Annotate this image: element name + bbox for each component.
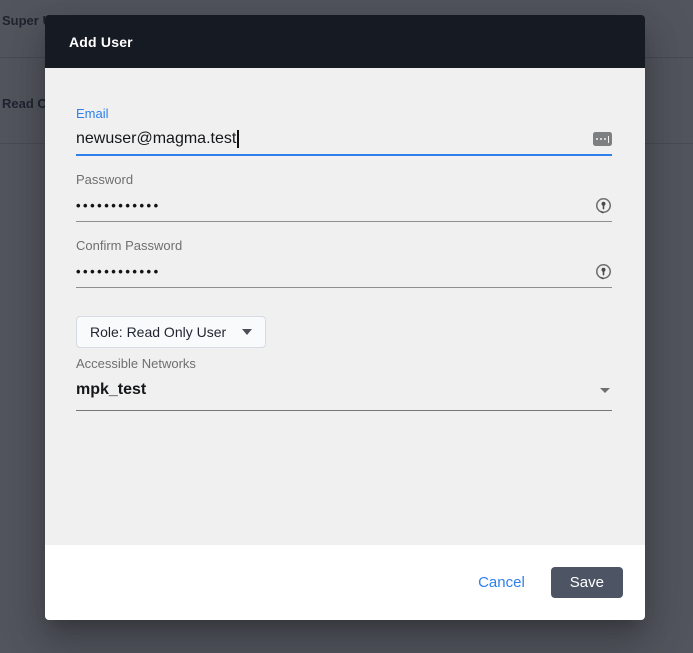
role-dropdown-label: Role: Read Only User xyxy=(90,324,227,340)
email-value: newuser@magma.test xyxy=(76,130,237,147)
password-manager-key-icon[interactable] xyxy=(595,263,612,280)
password-manager-key-icon[interactable] xyxy=(595,197,612,214)
email-label: Email xyxy=(76,106,109,121)
add-user-dialog: Add User Email newuser@magma.test Passwo… xyxy=(45,15,645,620)
confirm-password-input[interactable]: •••••••••••• xyxy=(76,259,612,288)
confirm-password-field-group: Confirm Password •••••••••••• xyxy=(76,238,612,288)
save-button[interactable]: Save xyxy=(550,567,623,598)
dialog-footer: Cancel Save xyxy=(45,545,645,620)
autofill-icon[interactable] xyxy=(593,132,612,146)
networks-label: Accessible Networks xyxy=(76,356,196,371)
dialog-header: Add User xyxy=(45,15,645,68)
dialog-body: Email newuser@magma.test Password ••••••… xyxy=(45,68,645,545)
chevron-down-icon xyxy=(242,329,253,335)
cancel-button[interactable]: Cancel xyxy=(470,568,533,597)
role-dropdown-button[interactable]: Role: Read Only User xyxy=(76,316,267,348)
networks-select[interactable]: mpk_test xyxy=(76,377,612,411)
password-input[interactable]: •••••••••••• xyxy=(76,193,612,222)
password-masked-value: •••••••••••• xyxy=(76,197,161,213)
confirm-password-label: Confirm Password xyxy=(76,238,183,253)
password-field-group: Password •••••••••••• xyxy=(76,172,612,222)
networks-selected-value: mpk_test xyxy=(76,381,147,398)
text-cursor xyxy=(237,130,239,148)
email-input[interactable]: newuser@magma.test xyxy=(76,127,612,156)
networks-field-group: Accessible Networks mpk_test xyxy=(76,356,612,411)
dialog-title: Add User xyxy=(69,33,133,50)
chevron-down-icon xyxy=(600,387,610,393)
screen: Super U Read O Add User Email newuser@ma… xyxy=(0,0,693,653)
password-label: Password xyxy=(76,172,134,187)
confirm-password-masked-value: •••••••••••• xyxy=(76,263,161,279)
email-field-group: Email newuser@magma.test xyxy=(76,106,612,156)
